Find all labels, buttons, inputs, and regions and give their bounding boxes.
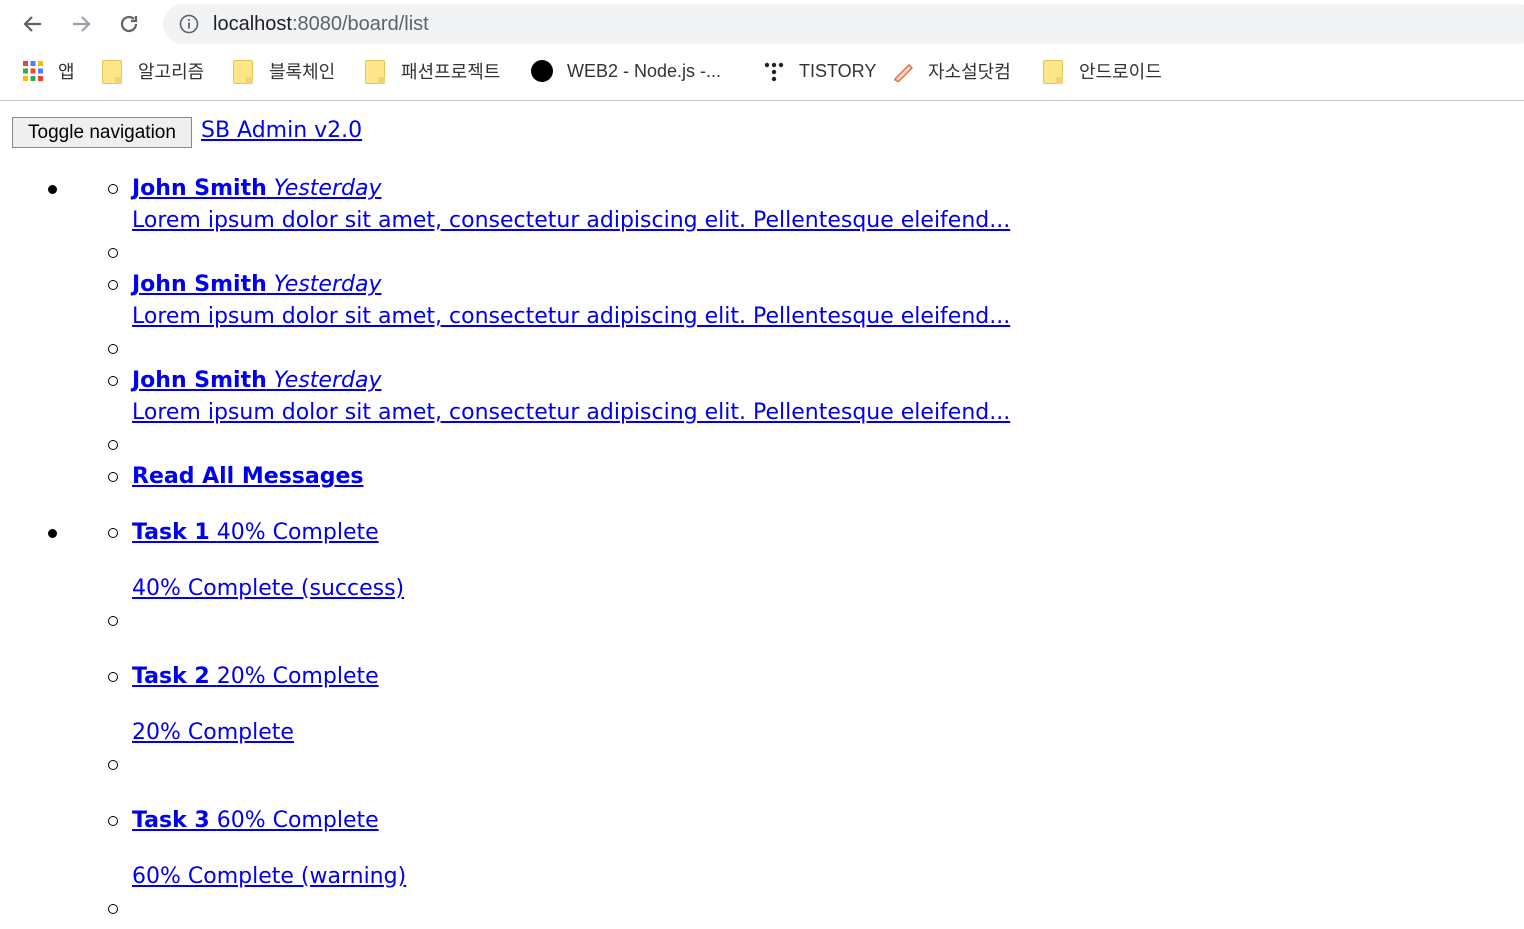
bookmark-android[interactable]: 안드로이드 bbox=[1043, 54, 1162, 88]
message-sender: John Smith bbox=[132, 368, 267, 393]
bookmark-label: WEB2 - Node.js -... bbox=[567, 60, 722, 81]
bookmark-label: 알고리즘 bbox=[138, 62, 205, 82]
bookmark-algorithm[interactable]: 알고리즘 bbox=[102, 54, 204, 88]
bookmark-label: 자소설닷컴 bbox=[928, 62, 1011, 82]
task-item-link[interactable]: Task 3 60% Complete bbox=[132, 807, 379, 835]
read-all-messages-link[interactable]: Read All Messages bbox=[132, 463, 364, 491]
message-item-link[interactable]: John Smith Yesterday bbox=[132, 271, 381, 299]
bookmark-web2-nodejs[interactable]: WEB2 - Node.js -... bbox=[531, 54, 721, 88]
divider-bullet bbox=[108, 904, 118, 914]
list-item-bullet bbox=[108, 528, 118, 538]
divider-bullet bbox=[108, 344, 118, 354]
url-path: :8080/board/list bbox=[291, 13, 429, 35]
task-progress-link[interactable]: 40% Complete (success) bbox=[132, 575, 404, 603]
list-item-bullet bbox=[108, 816, 118, 826]
brand-link[interactable]: SB Admin v2.0 bbox=[201, 117, 362, 145]
bookmarks-bar: 앱 알고리즘 블록체인 패션프로젝트 WEB2 - Node.js -... T… bbox=[0, 54, 1524, 88]
reload-icon[interactable] bbox=[113, 8, 145, 40]
task-name: Task 2 bbox=[132, 664, 210, 689]
forward-arrow-icon[interactable] bbox=[65, 8, 97, 40]
message-item-link[interactable]: John Smith Yesterday bbox=[132, 175, 381, 203]
list-item-bullet bbox=[108, 280, 118, 290]
folder-icon bbox=[102, 60, 124, 84]
divider-bullet bbox=[108, 616, 118, 626]
list-item-bullet bbox=[108, 472, 118, 482]
browser-chrome: localhost:8080/board/list 앱 알고리즘 블록체인 패션… bbox=[0, 0, 1524, 101]
message-body-link[interactable]: Lorem ipsum dolor sit amet, consectetur … bbox=[132, 303, 1010, 331]
folder-icon bbox=[233, 60, 255, 84]
task-complete: 60% Complete bbox=[216, 808, 379, 833]
bookmark-blockchain[interactable]: 블록체인 bbox=[233, 54, 335, 88]
task-complete: 20% Complete bbox=[216, 664, 379, 689]
apps-grid-icon bbox=[22, 60, 44, 82]
message-time: Yesterday bbox=[273, 272, 382, 297]
message-time: Yesterday bbox=[273, 176, 382, 201]
bookmark-label: 안드로이드 bbox=[1079, 62, 1162, 82]
message-item-link[interactable]: John Smith Yesterday bbox=[132, 367, 381, 395]
divider-bullet bbox=[108, 440, 118, 450]
task-progress-link[interactable]: 60% Complete (warning) bbox=[132, 863, 406, 891]
message-body-link[interactable]: Lorem ipsum dolor sit amet, consectetur … bbox=[132, 399, 1010, 427]
url-text[interactable]: localhost:8080/board/list bbox=[213, 14, 429, 34]
task-complete: 40% Complete bbox=[216, 520, 379, 545]
bookmark-label: 패션프로젝트 bbox=[401, 62, 501, 82]
message-body-link[interactable]: Lorem ipsum dolor sit amet, consectetur … bbox=[132, 207, 1010, 235]
bookmark-fashion-project[interactable]: 패션프로젝트 bbox=[365, 54, 500, 88]
message-sender: John Smith bbox=[132, 176, 267, 201]
task-name: Task 1 bbox=[132, 520, 210, 545]
bookmark-jasoseol[interactable]: 자소설닷컴 bbox=[892, 54, 1011, 88]
message-time: Yesterday bbox=[273, 368, 382, 393]
message-sender: John Smith bbox=[132, 272, 267, 297]
task-progress-link[interactable]: 20% Complete bbox=[132, 719, 294, 747]
url-host: localhost bbox=[213, 13, 292, 35]
list-item-bullet bbox=[108, 376, 118, 386]
list-item-bullet bbox=[108, 672, 118, 682]
toggle-navigation-button[interactable]: Toggle navigation bbox=[12, 117, 192, 148]
list-bullet bbox=[48, 185, 57, 194]
folder-icon bbox=[365, 60, 387, 84]
bookmark-tistory[interactable]: TISTORY bbox=[763, 54, 876, 88]
task-item-link[interactable]: Task 2 20% Complete bbox=[132, 663, 379, 691]
list-bullet bbox=[48, 529, 57, 538]
bookmark-label: 블록체인 bbox=[269, 62, 336, 82]
divider-bullet bbox=[108, 248, 118, 258]
bookmark-apps[interactable]: 앱 bbox=[22, 54, 75, 88]
read-all-label: Read All Messages bbox=[132, 464, 364, 489]
back-arrow-icon[interactable] bbox=[17, 8, 49, 40]
tistory-icon bbox=[763, 60, 785, 82]
list-item-bullet bbox=[108, 184, 118, 194]
folder-icon bbox=[1043, 60, 1065, 84]
task-name: Task 3 bbox=[132, 808, 210, 833]
black-circle-icon bbox=[531, 60, 553, 82]
task-item-link[interactable]: Task 1 40% Complete bbox=[132, 519, 379, 547]
pencil-icon bbox=[892, 60, 914, 83]
address-bar[interactable]: localhost:8080/board/list bbox=[163, 4, 1524, 44]
bookmark-label: 앱 bbox=[58, 62, 75, 82]
info-icon[interactable] bbox=[179, 14, 199, 34]
bookmark-label: TISTORY bbox=[799, 60, 877, 81]
divider-bullet bbox=[108, 760, 118, 770]
